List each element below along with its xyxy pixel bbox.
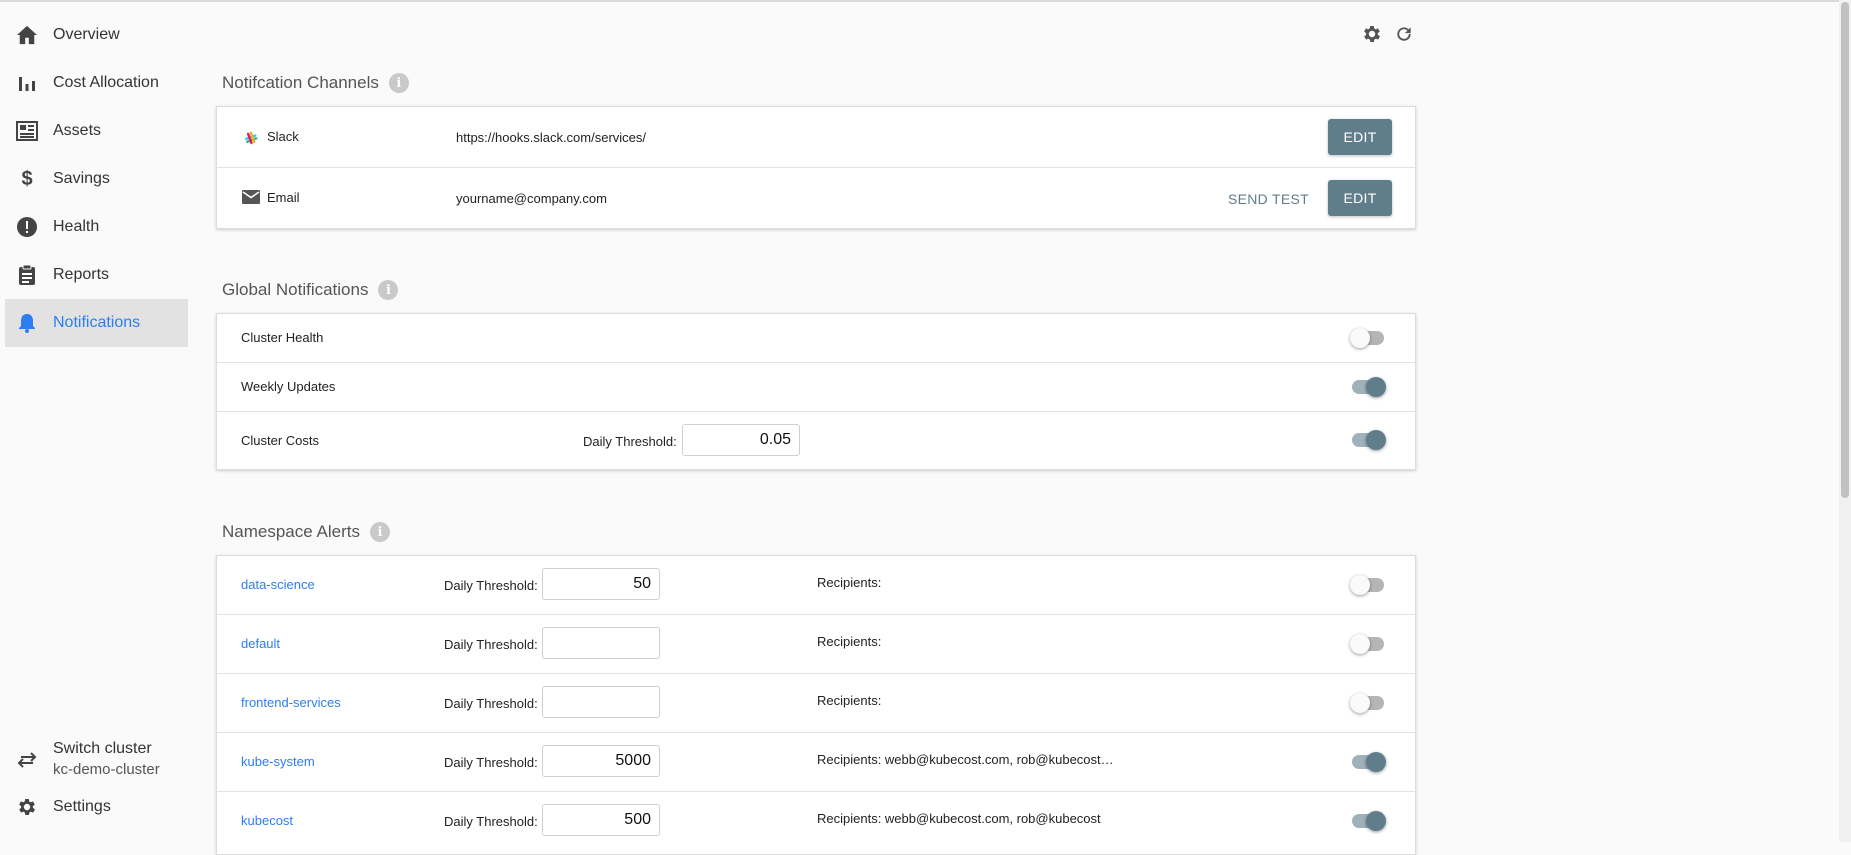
- namespace-threshold-input[interactable]: [542, 804, 660, 836]
- namespace-link[interactable]: kubecost: [241, 813, 293, 828]
- edit-email-button[interactable]: EDIT: [1328, 180, 1392, 216]
- swap-icon: [15, 748, 39, 772]
- sidebar-item-label: Reports: [53, 266, 110, 283]
- global-row-weekly-updates: Weekly Updates: [217, 363, 1415, 412]
- namespace-alert-toggle[interactable]: [1350, 752, 1386, 772]
- info-icon[interactable]: i: [388, 73, 409, 93]
- sidebar-item-notifications[interactable]: Notifications: [5, 299, 188, 347]
- global-notifications-card: Cluster Health Weekly Updates Cluster Co…: [216, 313, 1416, 470]
- sidebar-item-label: Cost Allocation: [53, 74, 159, 91]
- gear-icon[interactable]: [1360, 22, 1384, 46]
- sidebar-item-label: Assets: [53, 122, 102, 139]
- namespace-alerts-card: data-science Daily Threshold: Recipients…: [216, 555, 1416, 855]
- cluster-health-toggle[interactable]: [1350, 328, 1386, 348]
- recipients-text: Recipients: webb@kubecost.com, rob@kubec…: [817, 752, 1114, 767]
- channels-card: Slack https://hooks.slack.com/services/ …: [216, 106, 1416, 229]
- namespace-link[interactable]: default: [241, 636, 280, 651]
- section-title-channels: Notifcation Channels i: [222, 73, 409, 93]
- namespace-alert-toggle[interactable]: [1350, 634, 1386, 654]
- global-row-label: Cluster Costs: [241, 433, 320, 448]
- table-row: kube-system Daily Threshold: Recipients:…: [217, 733, 1415, 792]
- email-address: yourname@company.com: [456, 191, 607, 206]
- sidebar-item-label: Overview: [53, 26, 120, 43]
- dollar-icon: $: [21, 167, 33, 190]
- send-test-button[interactable]: SEND TEST: [1228, 191, 1309, 207]
- namespace-alert-toggle[interactable]: [1350, 575, 1386, 595]
- table-row: frontend-services Daily Threshold: Recip…: [217, 674, 1415, 733]
- namespace-link[interactable]: frontend-services: [241, 695, 341, 710]
- table-row: data-science Daily Threshold: Recipients…: [217, 556, 1415, 615]
- threshold-label: Daily Threshold:: [444, 814, 538, 829]
- settings-label: Settings: [53, 798, 111, 815]
- recipients-text: Recipients: webb@kubecost.com, rob@kubec…: [817, 811, 1101, 826]
- bar-chart-icon: [15, 71, 39, 95]
- page-scrollbar[interactable]: [1839, 0, 1851, 842]
- channel-row-email: Email yourname@company.com SEND TEST EDI…: [217, 168, 1415, 229]
- global-row-label: Cluster Health: [241, 330, 324, 345]
- namespace-link[interactable]: data-science: [241, 577, 315, 592]
- channel-name: Email: [267, 190, 300, 205]
- global-row-cluster-costs: Cluster Costs Daily Threshold:: [217, 412, 1415, 469]
- section-title-namespace: Namespace Alerts i: [222, 522, 390, 542]
- threshold-label: Daily Threshold:: [583, 434, 677, 449]
- sidebar-item-overview[interactable]: Overview: [5, 11, 188, 59]
- threshold-label: Daily Threshold:: [444, 696, 538, 711]
- sidebar-item-assets[interactable]: Assets: [5, 107, 188, 155]
- section-title-global: Global Notifications i: [222, 280, 399, 300]
- sidebar-item-label: Notifications: [53, 314, 141, 331]
- namespace-threshold-input[interactable]: [542, 686, 660, 718]
- alert-circle-icon: [15, 215, 39, 239]
- slack-icon: [242, 129, 260, 150]
- sidebar-item-label: Savings: [53, 170, 110, 187]
- scrollbar-thumb[interactable]: [1841, 2, 1849, 498]
- recipients-text: Recipients:: [817, 575, 882, 590]
- namespace-threshold-input[interactable]: [542, 627, 660, 659]
- sidebar-item-reports[interactable]: Reports: [5, 251, 188, 299]
- sidebar-item-cost-allocation[interactable]: Cost Allocation: [5, 59, 188, 107]
- weekly-updates-toggle[interactable]: [1350, 377, 1386, 397]
- table-row: kubecost Daily Threshold: Recipients: we…: [217, 792, 1415, 851]
- slack-webhook-url: https://hooks.slack.com/services/: [456, 130, 647, 145]
- bell-icon: [15, 311, 39, 335]
- channel-row-slack: Slack https://hooks.slack.com/services/ …: [217, 107, 1415, 168]
- table-row: default Daily Threshold: Recipients:: [217, 615, 1415, 674]
- global-row-label: Weekly Updates: [241, 379, 336, 394]
- edit-slack-button[interactable]: EDIT: [1328, 119, 1392, 155]
- section-title-text: Namespace Alerts: [222, 522, 360, 541]
- namespace-threshold-input[interactable]: [542, 745, 660, 777]
- switch-cluster-label: Switch cluster: [53, 740, 152, 757]
- sidebar-item-health[interactable]: Health: [5, 203, 188, 251]
- threshold-label: Daily Threshold:: [444, 755, 538, 770]
- top-border: [0, 0, 1851, 2]
- info-icon[interactable]: i: [369, 522, 390, 542]
- current-cluster-name: kc-demo-cluster: [53, 761, 160, 778]
- namespace-threshold-input[interactable]: [542, 568, 660, 600]
- namespace-alert-toggle[interactable]: [1350, 693, 1386, 713]
- threshold-label: Daily Threshold:: [444, 578, 538, 593]
- assets-icon: [15, 119, 39, 143]
- info-icon[interactable]: i: [378, 280, 399, 300]
- settings-button[interactable]: Settings: [5, 794, 188, 820]
- gear-icon: [15, 795, 39, 819]
- section-title-text: Notifcation Channels: [222, 73, 379, 92]
- sidebar-item-label: Health: [53, 218, 100, 235]
- sidebar: Overview Cost Allocation Assets $ Saving…: [0, 0, 190, 842]
- recipients-text: Recipients:: [817, 693, 882, 708]
- clipboard-icon: [15, 263, 39, 287]
- recipients-text: Recipients:: [817, 634, 882, 649]
- top-toolbar: [1360, 22, 1416, 46]
- mail-icon: [242, 190, 260, 207]
- threshold-label: Daily Threshold:: [444, 637, 538, 652]
- switch-cluster-button[interactable]: Switch cluster kc-demo-cluster: [5, 740, 188, 778]
- sidebar-item-savings[interactable]: $ Savings: [5, 155, 188, 203]
- cluster-costs-toggle[interactable]: [1350, 430, 1386, 450]
- home-icon: [15, 23, 39, 47]
- refresh-icon[interactable]: [1392, 22, 1416, 46]
- channel-name: Slack: [267, 129, 299, 144]
- namespace-link[interactable]: kube-system: [241, 754, 315, 769]
- namespace-alert-toggle[interactable]: [1350, 811, 1386, 831]
- global-row-cluster-health: Cluster Health: [217, 314, 1415, 363]
- cluster-costs-threshold-input[interactable]: [682, 424, 800, 456]
- section-title-text: Global Notifications: [222, 280, 369, 299]
